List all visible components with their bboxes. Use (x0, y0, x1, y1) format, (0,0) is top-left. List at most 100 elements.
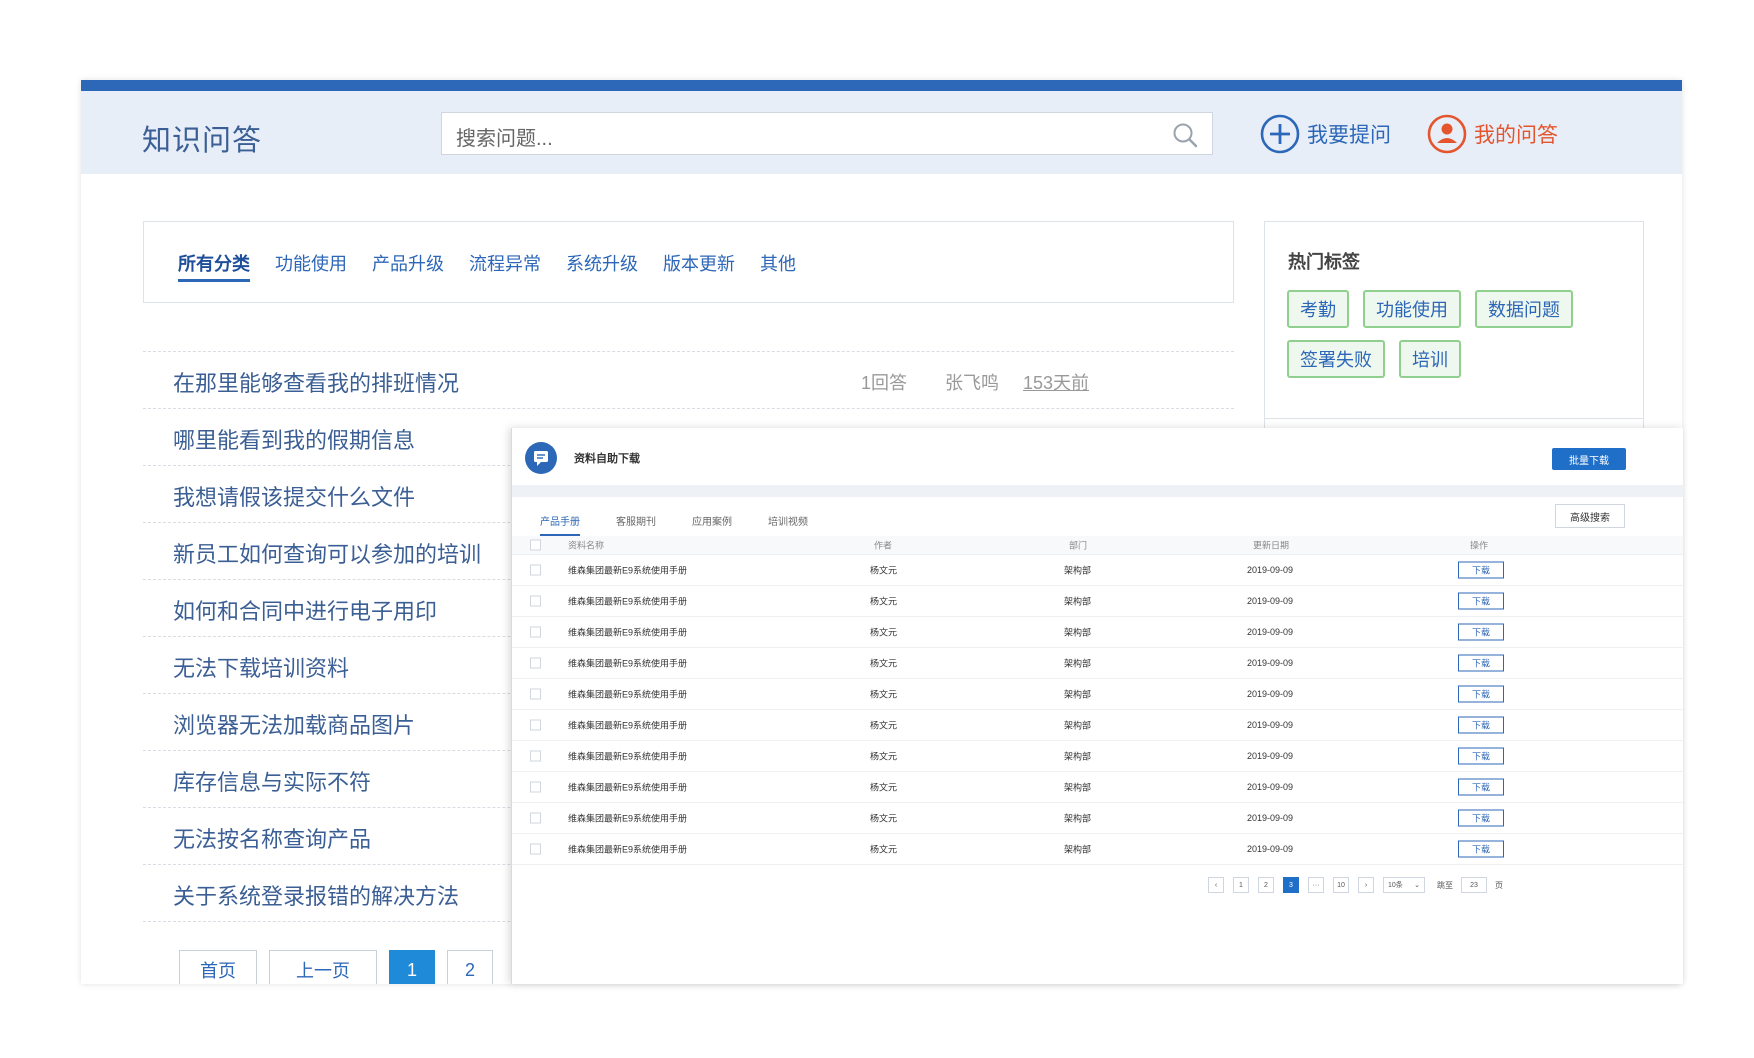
row-checkbox[interactable] (530, 688, 541, 700)
category-system-upgrade[interactable]: 系统升级 (566, 250, 638, 282)
question-title[interactable]: 新员工如何查询可以参加的培训 (173, 537, 481, 569)
hot-tag[interactable]: 数据问题 (1475, 290, 1573, 328)
file-date: 2019-09-09 (1247, 689, 1294, 699)
category-process-exception[interactable]: 流程异常 (469, 250, 541, 282)
page-button-current[interactable]: 3 (1283, 877, 1299, 893)
row-checkbox[interactable] (530, 564, 541, 576)
question-title[interactable]: 无法下载培训资料 (173, 651, 349, 683)
question-title[interactable]: 关于系统登录报错的解决方法 (173, 879, 459, 911)
prev-page-button[interactable]: 上一页 (269, 950, 377, 984)
category-version-update[interactable]: 版本更新 (663, 250, 735, 282)
download-button[interactable]: 下载 (1458, 716, 1504, 734)
category-all[interactable]: 所有分类 (178, 250, 250, 282)
hot-tag[interactable]: 考勤 (1287, 290, 1349, 328)
download-tabs: 产品手册 客服期刊 应用案例 培训视频 (540, 513, 844, 536)
file-author: 杨文元 (870, 720, 898, 731)
download-button[interactable]: 下载 (1458, 747, 1504, 765)
download-title: 资料自助下载 (574, 453, 640, 465)
hot-tags-panel: 热门标签 考勤 功能使用 数据问题 签署失败 培训 (1264, 221, 1644, 419)
download-button[interactable]: 下载 (1458, 840, 1504, 858)
first-page-button[interactable]: 首页 (179, 950, 257, 984)
download-button[interactable]: 下载 (1458, 592, 1504, 610)
page-1-button[interactable]: 1 (389, 950, 435, 984)
page-size-value: 10条 (1388, 882, 1403, 889)
table-row: 维森集团最新E9系统使用手册 杨文元 架构部 2019-09-09 下载 (512, 555, 1683, 586)
chat-bubble-icon (525, 442, 557, 474)
col-name-header: 资料名称 (568, 540, 605, 551)
row-checkbox[interactable] (530, 626, 541, 638)
download-button[interactable]: 下载 (1458, 623, 1504, 641)
row-checkbox[interactable] (530, 595, 541, 607)
top-accent-bar (81, 80, 1682, 91)
row-checkbox[interactable] (530, 781, 541, 793)
hot-tag[interactable]: 功能使用 (1363, 290, 1461, 328)
category-feature-usage[interactable]: 功能使用 (275, 250, 347, 282)
app-logo: 知识问答 (142, 125, 263, 157)
file-date: 2019-09-09 (1247, 751, 1294, 761)
ask-question-button[interactable]: 我要提问 (1259, 113, 1391, 155)
question-title[interactable]: 我想请假该提交什么文件 (173, 480, 415, 512)
row-checkbox[interactable] (530, 657, 541, 669)
my-answers-label: 我的问答 (1474, 124, 1558, 147)
table-row: 维森集团最新E9系统使用手册 杨文元 架构部 2019-09-09 下载 (512, 772, 1683, 803)
table-row: 维森集团最新E9系统使用手册 杨文元 架构部 2019-09-09 下载 (512, 803, 1683, 834)
page-2-button[interactable]: 2 (447, 950, 493, 984)
my-answers-button[interactable]: 我的问答 (1426, 113, 1558, 155)
question-title[interactable]: 哪里能看到我的假期信息 (173, 423, 415, 455)
file-dept: 架构部 (1064, 565, 1092, 576)
search-input[interactable]: 搜索问题... (456, 122, 553, 151)
file-name: 维森集团最新E9系统使用手册 (568, 813, 688, 824)
row-checkbox[interactable] (530, 843, 541, 855)
question-title[interactable]: 浏览器无法加载商品图片 (173, 708, 415, 740)
header-band (512, 485, 1683, 497)
hot-tag[interactable]: 培训 (1399, 340, 1461, 378)
download-button[interactable]: 下载 (1458, 809, 1504, 827)
page-button[interactable]: 1 (1233, 877, 1249, 893)
row-checkbox[interactable] (530, 750, 541, 762)
question-title[interactable]: 无法按名称查询产品 (173, 822, 371, 854)
category-product-upgrade[interactable]: 产品升级 (372, 250, 444, 282)
tab-service-journal[interactable]: 客服期刊 (616, 513, 656, 536)
file-author: 杨文元 (870, 844, 898, 855)
file-dept: 架构部 (1064, 844, 1092, 855)
download-button[interactable]: 下载 (1458, 778, 1504, 796)
download-button[interactable]: 下载 (1458, 685, 1504, 703)
tab-product-manual[interactable]: 产品手册 (540, 513, 580, 536)
advanced-search-button[interactable]: 高级搜索 (1555, 504, 1625, 528)
jump-page-input[interactable]: 23 (1461, 877, 1487, 893)
table-row: 维森集团最新E9系统使用手册 杨文元 架构部 2019-09-09 下载 (512, 834, 1683, 865)
file-date: 2019-09-09 (1247, 720, 1294, 730)
file-name: 维森集团最新E9系统使用手册 (568, 782, 688, 793)
select-all-checkbox[interactable] (530, 539, 541, 551)
download-button[interactable]: 下载 (1458, 561, 1504, 579)
search-icon[interactable] (1172, 122, 1198, 148)
tab-application-cases[interactable]: 应用案例 (692, 513, 732, 536)
hot-tag[interactable]: 签署失败 (1287, 340, 1385, 378)
search-box[interactable]: 搜索问题... (441, 112, 1213, 155)
download-button[interactable]: 下载 (1458, 654, 1504, 672)
page-button[interactable]: 10 (1333, 877, 1349, 893)
list-item[interactable]: 在那里能够查看我的排班情况 1回答 张飞鸣 153天前 (143, 351, 1234, 408)
file-dept: 架构部 (1064, 658, 1092, 669)
file-date: 2019-09-09 (1247, 565, 1294, 575)
file-author: 杨文元 (870, 565, 898, 576)
file-name: 维森集团最新E9系统使用手册 (568, 720, 688, 731)
file-author: 杨文元 (870, 627, 898, 638)
question-title[interactable]: 在那里能够查看我的排班情况 (173, 366, 459, 398)
page-ellipsis[interactable]: ··· (1308, 877, 1324, 893)
category-other[interactable]: 其他 (760, 250, 796, 282)
row-checkbox[interactable] (530, 719, 541, 731)
file-name: 维森集团最新E9系统使用手册 (568, 751, 688, 762)
page-button[interactable]: 2 (1258, 877, 1274, 893)
page-size-select[interactable]: 10条 ⌄ (1383, 877, 1425, 893)
question-author: 张飞鸣 (945, 373, 999, 393)
row-checkbox[interactable] (530, 812, 541, 824)
file-dept: 架构部 (1064, 782, 1092, 793)
prev-page-icon[interactable]: ‹ (1208, 877, 1224, 893)
download-pager: ‹ 1 2 3 ··· 10 › 10条 ⌄ 跳至 23 页 (1208, 877, 1503, 893)
batch-download-button[interactable]: 批量下载 (1552, 448, 1626, 470)
next-page-icon[interactable]: › (1358, 877, 1374, 893)
question-title[interactable]: 库存信息与实际不符 (173, 765, 371, 797)
tab-training-videos[interactable]: 培训视频 (768, 513, 808, 536)
question-title[interactable]: 如何和合同中进行电子用印 (173, 594, 437, 626)
